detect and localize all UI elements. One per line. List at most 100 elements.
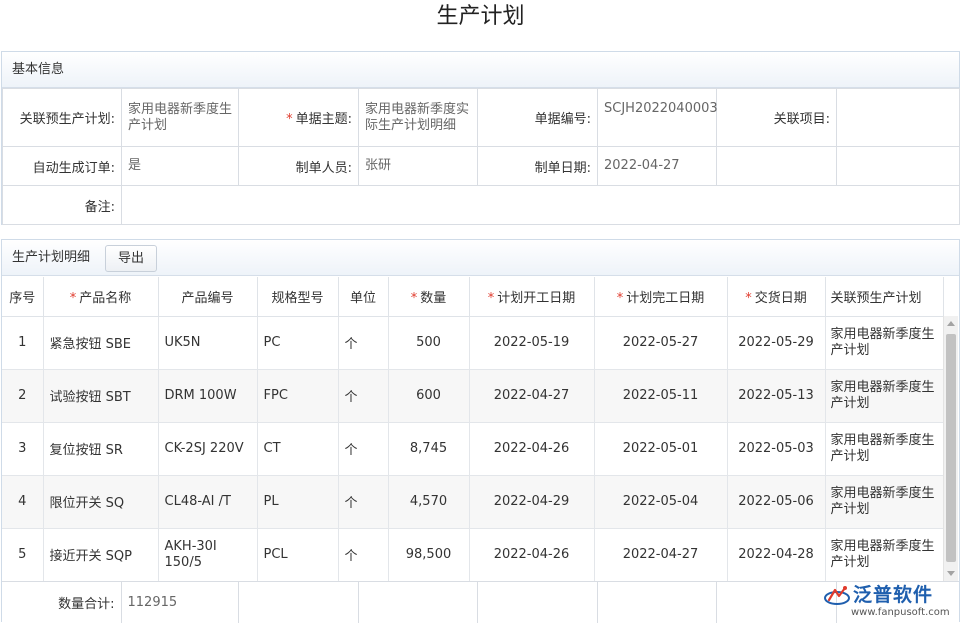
remark-field[interactable] (122, 186, 960, 225)
remark-label: 备注: (3, 186, 122, 225)
table-row[interactable]: 3 复位按钮 SR CK-2SJ 220V CT 个 8,745 2022-04… (2, 422, 943, 475)
col-header-unit[interactable]: 单位 (338, 277, 388, 316)
table-row[interactable]: 2 试验按钮 SBT DRM 100W FPC 个 600 2022-04-27… (2, 369, 943, 422)
cell-plan[interactable]: 家用电器新季度生产计划 (825, 316, 943, 369)
col-header-qty[interactable]: *数量 (388, 277, 469, 316)
cell-qty[interactable]: 4,570 (388, 475, 469, 528)
cell-no: 3 (2, 422, 43, 475)
cell-code[interactable]: DRM 100W (158, 369, 257, 422)
export-button[interactable]: 导出 (105, 245, 157, 272)
doc-no-label: 单据编号: (478, 89, 598, 147)
cell-plan[interactable]: 家用电器新季度生产计划 (825, 475, 943, 528)
cell-unit[interactable]: 个 (338, 422, 388, 475)
cell-spec[interactable]: FPC (257, 369, 338, 422)
scroll-down-icon[interactable] (947, 571, 955, 576)
cell-unit[interactable]: 个 (338, 369, 388, 422)
col-header-code[interactable]: 产品编号 (158, 277, 257, 316)
cell-code[interactable]: CK-2SJ 220V (158, 422, 257, 475)
table-row[interactable]: 5 接近开关 SQP AKH-30I 150/5 PCL 个 98,500 20… (2, 528, 943, 581)
col-header-plan[interactable]: 关联预生产计划 (825, 277, 943, 316)
date-label: 制单日期: (478, 147, 598, 186)
total-value: 112915 (121, 582, 238, 623)
subject-label: *单据主题: (239, 89, 359, 147)
cell-start[interactable]: 2022-04-29 (469, 475, 594, 528)
auto-order-value[interactable]: 是 (122, 147, 239, 186)
creator-value[interactable]: 张研 (359, 147, 478, 186)
table-row[interactable]: 4 限位开关 SQ CL48-AI /T PL 个 4,570 2022-04-… (2, 475, 943, 528)
col-header-start[interactable]: *计划开工日期 (469, 277, 594, 316)
cell-no: 2 (2, 369, 43, 422)
plan-link-value[interactable]: 家用电器新季度生产计划 (122, 89, 239, 147)
cell-start[interactable]: 2022-04-26 (469, 528, 594, 581)
cell-code[interactable]: AKH-30I 150/5 (158, 528, 257, 581)
cell-qty[interactable]: 8,745 (388, 422, 469, 475)
footer-cell (477, 582, 597, 623)
cell-qty[interactable]: 98,500 (388, 528, 469, 581)
basic-info-header: 基本信息 (2, 52, 959, 88)
cell-finish[interactable]: 2022-05-27 (594, 316, 727, 369)
doc-no-value[interactable]: SCJH2022040003 (598, 89, 717, 147)
cell-unit[interactable]: 个 (338, 475, 388, 528)
cell-delivery[interactable]: 2022-05-06 (727, 475, 825, 528)
cell-spec[interactable]: PL (257, 475, 338, 528)
cell-start[interactable]: 2022-05-19 (469, 316, 594, 369)
creator-label: 制单人员: (239, 147, 359, 186)
watermark-logo: 泛普软件 www.fanpusoft.com (823, 580, 951, 622)
col-header-delivery[interactable]: *交货日期 (727, 277, 825, 316)
cell-name[interactable]: 紧急按钮 SBE (43, 316, 158, 369)
empty-value (837, 147, 960, 186)
cell-no: 1 (2, 316, 43, 369)
plan-link-label: 关联预生产计划: (3, 89, 122, 147)
cell-plan[interactable]: 家用电器新季度生产计划 (825, 422, 943, 475)
date-value[interactable]: 2022-04-27 (598, 147, 717, 186)
cell-finish[interactable]: 2022-05-01 (594, 422, 727, 475)
cell-code[interactable]: UK5N (158, 316, 257, 369)
cell-finish[interactable]: 2022-05-11 (594, 369, 727, 422)
detail-panel: 生产计划明细 导出 序号 *产品名称 产品编号 规格型号 单位 *数量 *计划开… (1, 239, 960, 622)
scroll-thumb[interactable] (946, 334, 956, 562)
cell-start[interactable]: 2022-04-26 (469, 422, 594, 475)
cell-qty[interactable]: 600 (388, 369, 469, 422)
col-header-no[interactable]: 序号 (2, 277, 43, 316)
cell-delivery[interactable]: 2022-05-03 (727, 422, 825, 475)
cell-spec[interactable]: PCL (257, 528, 338, 581)
cell-name[interactable]: 复位按钮 SR (43, 422, 158, 475)
project-value[interactable] (837, 89, 960, 147)
cell-spec[interactable]: PC (257, 316, 338, 369)
empty-label (717, 147, 837, 186)
auto-order-label: 自动生成订单: (3, 147, 122, 186)
cell-start[interactable]: 2022-04-27 (469, 369, 594, 422)
cell-finish[interactable]: 2022-05-04 (594, 475, 727, 528)
cell-unit[interactable]: 个 (338, 316, 388, 369)
watermark-name: 泛普软件 (853, 580, 933, 607)
cell-delivery[interactable]: 2022-05-13 (727, 369, 825, 422)
cell-name[interactable]: 试验按钮 SBT (43, 369, 158, 422)
cell-unit[interactable]: 个 (338, 528, 388, 581)
col-header-finish[interactable]: *计划完工日期 (594, 277, 727, 316)
col-header-name[interactable]: *产品名称 (43, 277, 158, 316)
cell-name[interactable]: 限位开关 SQ (43, 475, 158, 528)
col-header-spec[interactable]: 规格型号 (257, 277, 338, 316)
table-row[interactable]: 1 紧急按钮 SBE UK5N PC 个 500 2022-05-19 2022… (2, 316, 943, 369)
basic-info-panel: 基本信息 关联预生产计划: 家用电器新季度生产计划 *单据主题: 家用电器新季度… (1, 51, 960, 225)
footer-cell (358, 582, 477, 623)
detail-table: 序号 *产品名称 产品编号 规格型号 单位 *数量 *计划开工日期 *计划完工日… (2, 277, 944, 581)
watermark-url: www.fanpusoft.com (851, 607, 950, 618)
scroll-up-icon[interactable] (947, 321, 955, 326)
cell-plan[interactable]: 家用电器新季度生产计划 (825, 528, 943, 581)
cell-delivery[interactable]: 2022-04-28 (727, 528, 825, 581)
cell-finish[interactable]: 2022-04-27 (594, 528, 727, 581)
vertical-scrollbar[interactable] (943, 316, 958, 581)
detail-grid: 序号 *产品名称 产品编号 规格型号 单位 *数量 *计划开工日期 *计划完工日… (2, 277, 959, 581)
cell-plan[interactable]: 家用电器新季度生产计划 (825, 369, 943, 422)
subject-value[interactable]: 家用电器新季度实际生产计划明细 (359, 89, 478, 147)
cell-name[interactable]: 接近开关 SQP (43, 528, 158, 581)
fanpu-logo-icon (823, 584, 851, 608)
cell-code[interactable]: CL48-AI /T (158, 475, 257, 528)
cell-delivery[interactable]: 2022-05-29 (727, 316, 825, 369)
project-label: 关联项目: (717, 89, 837, 147)
required-mark: * (411, 291, 418, 306)
cell-qty[interactable]: 500 (388, 316, 469, 369)
required-mark: * (488, 291, 495, 306)
cell-spec[interactable]: CT (257, 422, 338, 475)
